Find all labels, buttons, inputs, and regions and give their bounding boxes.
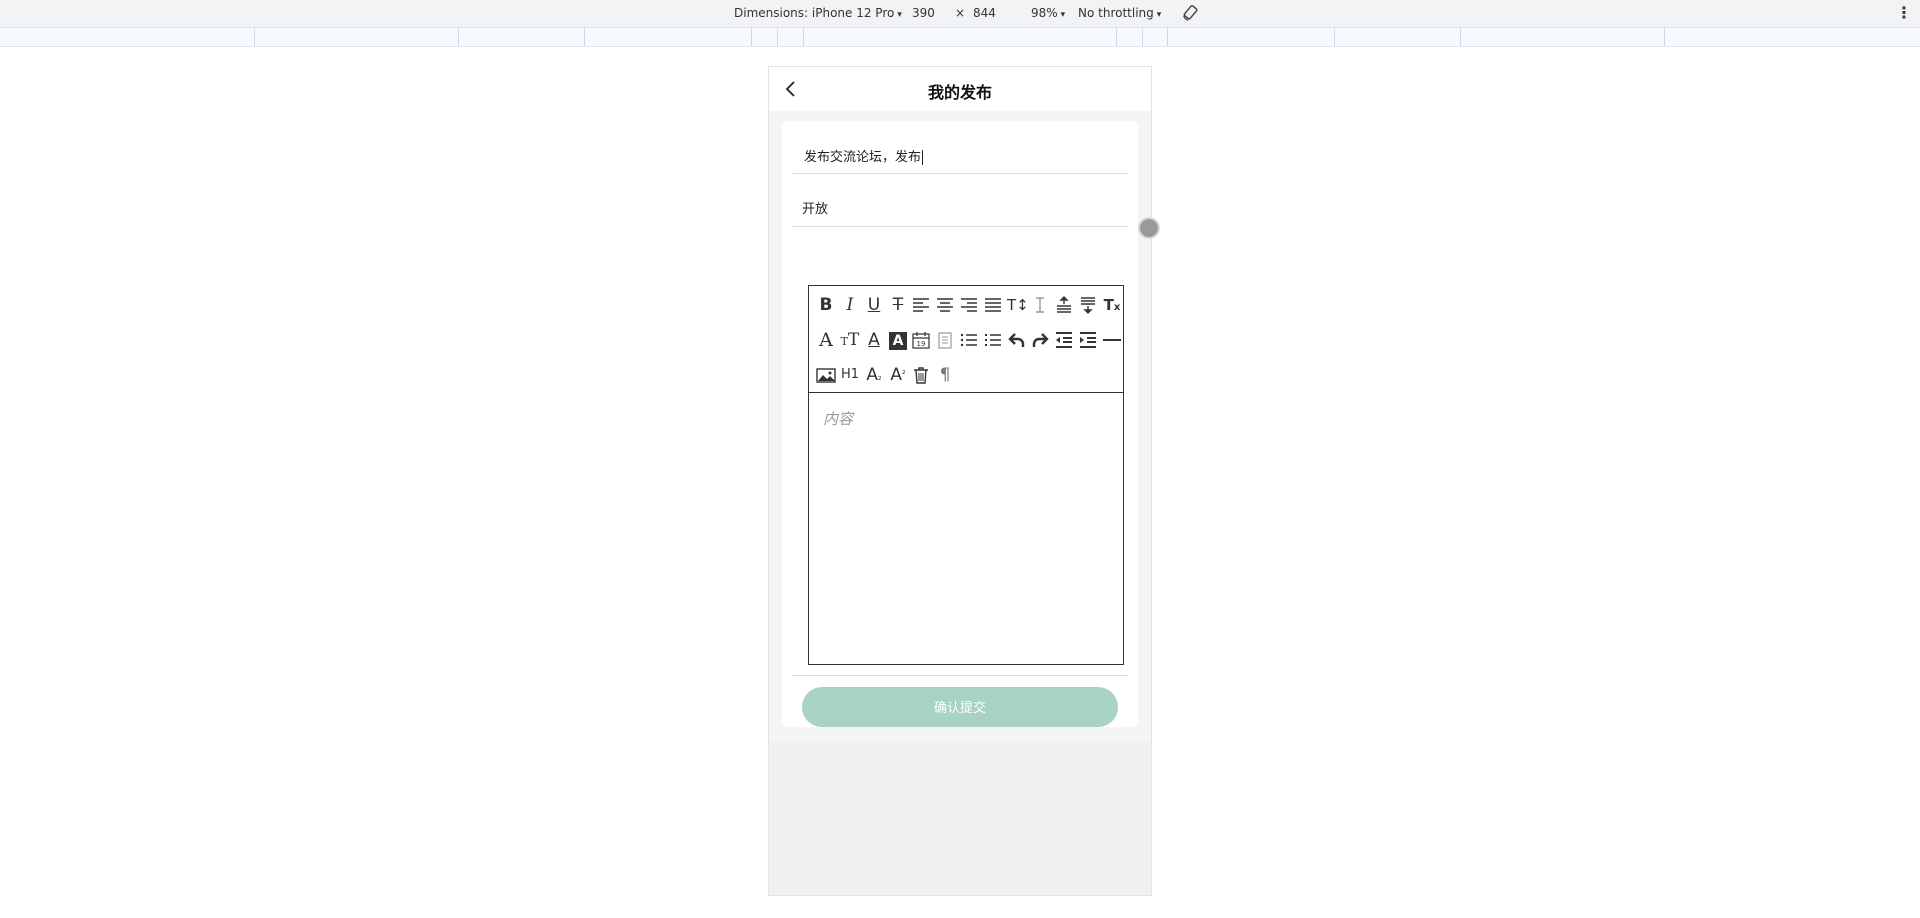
- page-title: 我的发布: [927, 83, 992, 102]
- unordered-list-icon[interactable]: [983, 329, 1003, 351]
- superscript-icon[interactable]: A²: [888, 364, 908, 386]
- switch-knob[interactable]: [1138, 217, 1160, 239]
- paragraph-spacing-below-icon[interactable]: [1078, 294, 1098, 316]
- delete-icon[interactable]: [911, 364, 931, 386]
- align-right-icon[interactable]: [959, 294, 979, 316]
- editor-placeholder: 内容: [823, 410, 854, 428]
- throttling-selector[interactable]: No throttling ▾: [1078, 6, 1161, 20]
- divider: [792, 675, 1128, 676]
- image-icon[interactable]: [816, 364, 836, 386]
- paragraph-mark-icon[interactable]: ¶: [935, 364, 955, 386]
- text-cursor: [922, 150, 924, 165]
- nav-bar: 我的发布: [769, 67, 1151, 111]
- text-size-icon[interactable]: TT: [840, 329, 860, 351]
- date-icon[interactable]: 19: [911, 329, 931, 351]
- form-card: 发布交流论坛，发布 开放 B I U T T↕ Tx A TT A A 19 H…: [782, 121, 1160, 727]
- font-size-icon[interactable]: T↕: [1007, 294, 1029, 316]
- subscript-icon[interactable]: A₂: [864, 364, 884, 386]
- outdent-icon[interactable]: [1054, 329, 1074, 351]
- form-area: 发布交流论坛，发布 开放 B I U T T↕ Tx A TT A A 19 H…: [769, 111, 1160, 741]
- times-sign: ×: [955, 6, 966, 20]
- clear-format-icon[interactable]: Tx: [1102, 294, 1122, 316]
- template-icon[interactable]: [935, 329, 955, 351]
- italic-icon[interactable]: I: [840, 294, 860, 316]
- font-family-icon[interactable]: A: [816, 329, 836, 351]
- device-selector[interactable]: Dimensions: iPhone 12 Pro ▾: [734, 6, 902, 20]
- font-color-icon[interactable]: A: [864, 329, 884, 351]
- heading-icon[interactable]: H1: [840, 364, 860, 386]
- line-height-icon[interactable]: [1030, 294, 1050, 316]
- width-input[interactable]: 390: [912, 6, 935, 20]
- indent-icon[interactable]: [1078, 329, 1098, 351]
- editor-toolbar: B I U T T↕ Tx A TT A A 19 H1 A₂ A² ¶: [809, 286, 1123, 393]
- align-center-icon[interactable]: [935, 294, 955, 316]
- submit-button[interactable]: 确认提交: [802, 687, 1118, 727]
- title-input-value: 发布交流论坛，发布: [804, 150, 922, 165]
- paragraph-spacing-above-icon[interactable]: [1054, 294, 1074, 316]
- ordered-list-icon[interactable]: [959, 329, 979, 351]
- status-field[interactable]: 开放: [792, 174, 1128, 227]
- more-options-icon[interactable]: ⋮: [1896, 3, 1912, 22]
- undo-icon[interactable]: [1007, 329, 1027, 351]
- rotate-icon[interactable]: [1181, 4, 1199, 22]
- media-query-ruler: [0, 28, 1920, 47]
- title-field[interactable]: 发布交流论坛，发布: [792, 121, 1128, 174]
- redo-icon[interactable]: [1030, 329, 1050, 351]
- background-color-icon[interactable]: A: [888, 329, 908, 351]
- zoom-selector[interactable]: 98% ▾: [1031, 6, 1065, 20]
- devtools-device-toolbar: Dimensions: iPhone 12 Pro ▾ 390 × 844 98%…: [0, 0, 1920, 28]
- rich-text-editor[interactable]: B I U T T↕ Tx A TT A A 19 H1 A₂ A² ¶ 内容: [808, 285, 1124, 665]
- strikethrough-icon[interactable]: T: [888, 294, 908, 316]
- height-input[interactable]: 844: [973, 6, 996, 20]
- bold-icon[interactable]: B: [816, 294, 836, 316]
- underline-icon[interactable]: U: [864, 294, 884, 316]
- phone-viewport: 我的发布 发布交流论坛，发布 开放 B I U T T↕ Tx A TT A A…: [768, 66, 1160, 896]
- svg-text:19: 19: [917, 340, 926, 348]
- align-left-icon[interactable]: [911, 294, 931, 316]
- status-value: 开放: [802, 202, 829, 217]
- horizontal-rule-icon[interactable]: [1102, 329, 1122, 351]
- align-justify-icon[interactable]: [983, 294, 1003, 316]
